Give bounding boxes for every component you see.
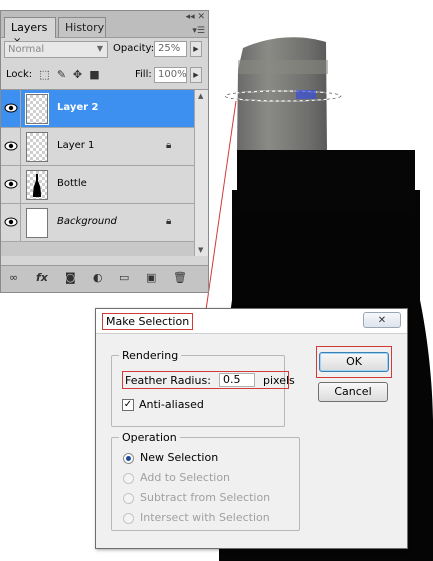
radio-button[interactable] — [123, 513, 134, 524]
feather-radius-unit: pixels — [263, 374, 295, 387]
trash-icon[interactable]: 🗑︎ — [173, 272, 187, 284]
panel-menu-icon[interactable]: ◂◂ ✕ ▾☰ — [186, 12, 205, 36]
lock-icon: 🔒︎ — [166, 216, 172, 227]
lock-label: Lock: — [6, 69, 33, 80]
antialiased-checkbox[interactable]: ✓ — [122, 399, 134, 411]
layer-row-layer-1[interactable]: Layer 1 🔒︎ — [1, 128, 194, 166]
tab-history-label: History — [65, 21, 105, 34]
layer-row-layer-2[interactable]: Layer 2 — [1, 90, 194, 128]
radio-label: Intersect with Selection — [140, 511, 270, 524]
close-button[interactable]: ✕ — [363, 312, 401, 328]
layer-row-bottle[interactable]: Bottle — [1, 166, 194, 204]
fill-label: Fill: — [135, 69, 152, 80]
eye-icon — [4, 141, 18, 151]
make-selection-dialog: Make Selection ✕ Rendering Feather Radiu… — [95, 308, 408, 549]
blend-mode-value: Normal — [8, 44, 45, 55]
blend-mode-select[interactable]: Normal ▼ — [4, 41, 108, 58]
menu-icon[interactable]: ▾☰ — [186, 26, 205, 36]
ok-button[interactable]: OK — [319, 352, 389, 372]
folder-icon[interactable]: ▭ — [119, 272, 129, 284]
lock-transparent-icon[interactable]: ⬚ — [39, 69, 50, 80]
fx-icon[interactable]: fx — [36, 272, 48, 284]
cancel-button[interactable]: Cancel — [318, 382, 388, 402]
eye-icon — [4, 179, 18, 189]
lock-row: Lock: ⬚ ✎ ✥ ■ Fill: 100% ▶ — [4, 67, 205, 85]
eye-icon — [4, 103, 18, 113]
adjustment-icon[interactable]: ◐ — [93, 272, 103, 284]
layer-name: Background — [57, 216, 117, 227]
fill-value: 100% — [158, 69, 187, 80]
ok-button-highlight: OK — [316, 346, 392, 378]
dialog-title: Make Selection — [102, 313, 194, 330]
bottle-thumbnail-icon — [33, 174, 41, 197]
lock-move-icon[interactable]: ✥ — [72, 69, 83, 80]
fill-field[interactable]: 100% — [154, 67, 187, 83]
opacity-slider-button[interactable]: ▶ — [190, 41, 202, 57]
radio-button[interactable] — [123, 453, 134, 464]
rendering-legend: Rendering — [122, 349, 179, 362]
feather-radius-input[interactable]: 0.5 — [219, 373, 255, 387]
radio-button[interactable] — [123, 473, 134, 484]
chevron-down-icon: ▼ — [96, 44, 103, 53]
visibility-toggle[interactable] — [1, 204, 21, 242]
layer-row-background[interactable]: Background 🔒︎ — [1, 204, 194, 242]
radio-label: New Selection — [140, 451, 219, 464]
dialog-titlebar[interactable]: Make Selection ✕ — [96, 309, 407, 334]
visibility-toggle[interactable] — [1, 128, 21, 166]
radio-label: Subtract from Selection — [140, 491, 271, 504]
layer-thumbnail — [25, 93, 49, 125]
layers-bottom-toolbar: ∞ fx ◙ ◐ ▭ ▣ 🗑︎ — [1, 265, 208, 292]
feather-radius-label: Feather Radius: — [125, 374, 211, 387]
radio-label: Add to Selection — [140, 471, 231, 484]
blend-row: Normal ▼ Opacity: 25% ▶ — [4, 41, 205, 59]
layer-thumbnail — [26, 170, 48, 200]
layers-list: Layer 2 Layer 1 🔒︎ Bottle Background 🔒︎ … — [1, 89, 208, 256]
radio-button[interactable] — [123, 493, 134, 504]
opacity-label: Opacity: — [113, 43, 155, 54]
layer-name: Bottle — [57, 178, 87, 189]
opacity-value: 25% — [158, 43, 181, 54]
layer-name: Layer 1 — [57, 140, 95, 151]
layer-thumbnail — [26, 208, 48, 238]
layer-thumbnail — [26, 132, 48, 162]
feather-radius-row: Feather Radius: 0.5 pixels — [122, 371, 295, 389]
lock-icon: 🔒︎ — [166, 140, 172, 151]
feather-radius-value: 0.5 — [223, 373, 241, 386]
lock-all-icon[interactable]: ■ — [89, 69, 100, 80]
scroll-down-icon[interactable]: ▼ — [198, 246, 203, 254]
new-layer-icon[interactable]: ▣ — [146, 272, 156, 284]
collapse-icon[interactable]: ◂◂ ✕ — [186, 12, 205, 22]
tab-layers-label: Layers — [11, 21, 48, 34]
close-icon: ✕ — [377, 315, 387, 326]
link-icon[interactable]: ∞ — [9, 272, 18, 284]
tab-history[interactable]: History — [58, 17, 106, 37]
layer-name: Layer 2 — [57, 102, 99, 113]
opacity-field[interactable]: 25% — [154, 41, 187, 57]
antialiased-label: Anti-aliased — [139, 398, 204, 411]
visibility-toggle[interactable] — [1, 166, 21, 204]
tab-layers[interactable]: Layers × — [4, 17, 56, 47]
scroll-up-icon[interactable]: ▲ — [198, 92, 203, 100]
layers-scrollbar[interactable]: ▲ ▼ — [194, 90, 208, 256]
panel-tabbar: Layers × History ◂◂ ✕ ▾☰ — [1, 11, 208, 47]
layers-panel: Layers × History ◂◂ ✕ ▾☰ Normal ▼ Opacit… — [0, 10, 209, 293]
fill-slider-button[interactable]: ▶ — [190, 67, 202, 83]
visibility-toggle[interactable] — [1, 90, 21, 128]
operation-legend: Operation — [122, 431, 177, 444]
mask-icon[interactable]: ◙ — [65, 272, 76, 284]
lock-brush-icon[interactable]: ✎ — [56, 69, 67, 80]
eye-icon — [4, 217, 18, 227]
